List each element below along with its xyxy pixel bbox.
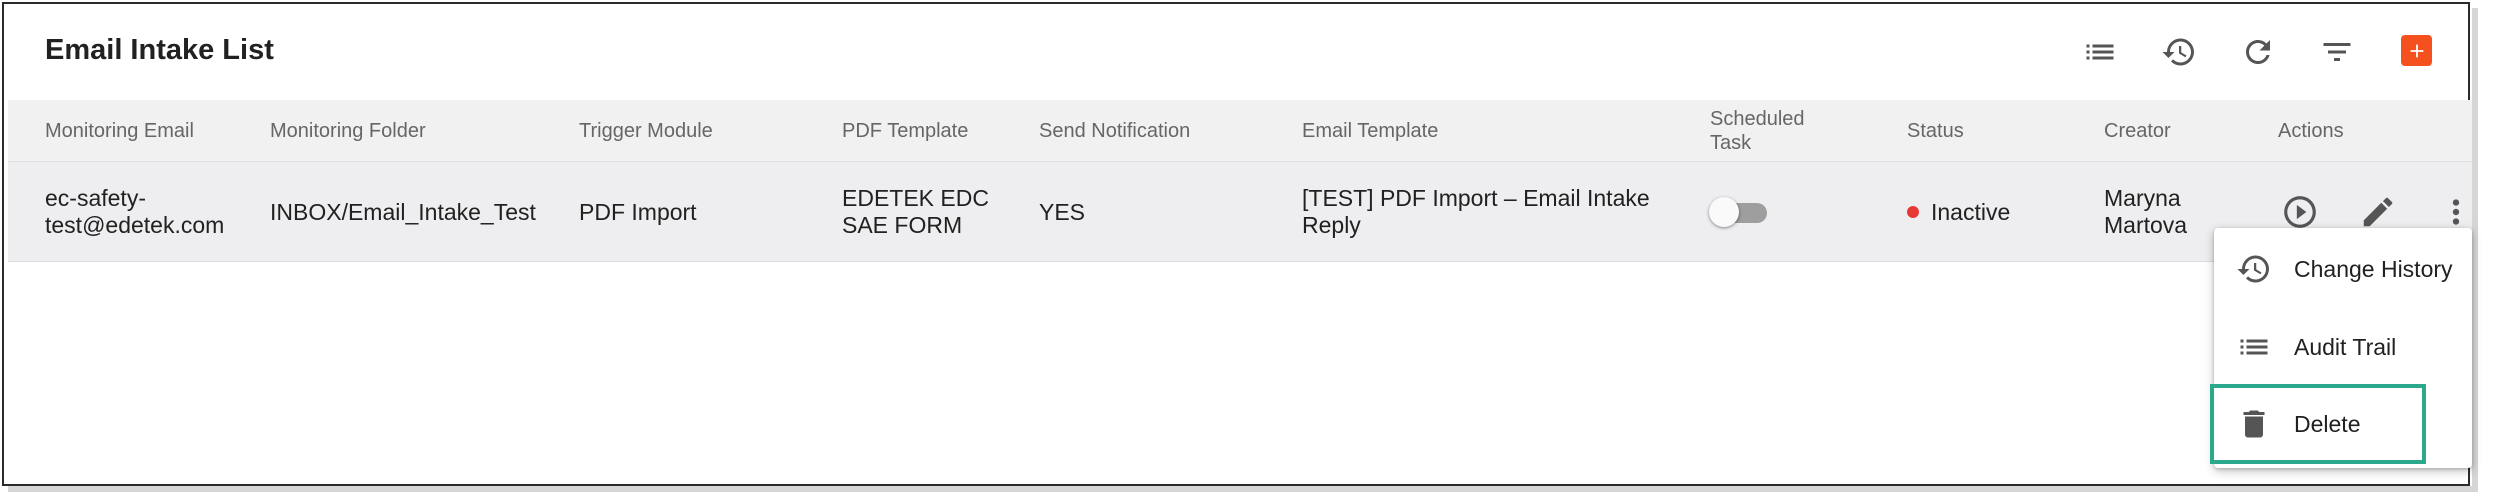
add-icon [2410, 44, 2423, 57]
status-dot [1907, 206, 1919, 218]
column-header-scheduled-task[interactable]: Scheduled Task [1710, 100, 1820, 162]
history-icon [2237, 255, 2269, 283]
column-header-status[interactable]: Status [1907, 100, 1964, 162]
trash-icon [2243, 410, 2265, 438]
email-intake-panel: Email Intake List Monitoring Email Monit… [2, 2, 2472, 486]
pdf-template-line2: SAE FORM [842, 212, 963, 238]
list-icon [2086, 44, 2114, 60]
table-header: Monitoring Email Monitoring Folder Trigg… [8, 100, 2472, 162]
refresh-button[interactable] [2234, 28, 2282, 76]
creator-line2: Martova [2104, 212, 2188, 238]
frame-shadow-right [2472, 8, 2478, 490]
refresh-icon [2246, 40, 2270, 64]
monitoring-email-line2: test@edetek.com [45, 212, 225, 238]
history-button[interactable] [2155, 28, 2203, 76]
table-row[interactable]: ec-safety- test@edetek.com INBOX/Email_I… [8, 162, 2472, 262]
menu-item-change-history[interactable]: Change History [2214, 232, 2472, 306]
column-header-send-notification[interactable]: Send Notification [1039, 100, 1190, 162]
column-header-actions: Actions [2278, 120, 2344, 142]
column-header-monitoring-folder[interactable]: Monitoring Folder [270, 100, 426, 162]
cell-monitoring-folder: INBOX/Email_Intake_Test [270, 198, 536, 225]
menu-item-label: Delete [2294, 410, 2361, 437]
column-header-pdf-template[interactable]: PDF Template [842, 100, 968, 162]
menu-item-label: Audit Trail [2294, 333, 2397, 360]
monitoring-email-line1: ec-safety- [45, 185, 146, 211]
menu-item-delete[interactable]: Delete [2210, 384, 2426, 464]
column-header-trigger-module[interactable]: Trigger Module [579, 100, 713, 162]
cell-email-template: [TEST] PDF Import – Email Intake Reply [1302, 162, 1650, 262]
edit-icon [2363, 197, 2393, 227]
history-icon [2162, 38, 2194, 66]
column-header-creator[interactable]: Creator [2104, 100, 2171, 162]
list-icon [2240, 339, 2268, 355]
column-header-email-template[interactable]: Email Template [1302, 100, 1438, 162]
frame-shadow-bottom [8, 486, 2478, 492]
pdf-template-line1: EDETEK EDC [842, 185, 989, 211]
status-badge: Inactive [1931, 198, 2011, 225]
column-header-monitoring-email[interactable]: Monitoring Email [45, 100, 194, 162]
menu-item-label: Change History [2294, 255, 2453, 282]
toggle-knob [1709, 197, 1739, 227]
cell-send-notification: YES [1039, 198, 1086, 225]
creator-line1: Maryna [2104, 185, 2181, 211]
page-title: Email Intake List [45, 34, 274, 66]
row-context-menu: Change History Audit Trail Delete [2210, 228, 2472, 468]
cell-status: Inactive [1907, 162, 2010, 262]
filter-button[interactable] [2313, 28, 2361, 76]
more-vert-icon [2452, 199, 2460, 225]
list-view-button[interactable] [2076, 28, 2124, 76]
email-template-line1: [TEST] PDF Import – Email Intake [1302, 185, 1650, 211]
cell-trigger-module: PDF Import [579, 198, 697, 225]
play-circle-icon [2284, 196, 2316, 228]
cell-creator: Maryna Martova [2104, 162, 2187, 262]
menu-item-audit-trail[interactable]: Audit Trail [2214, 310, 2472, 384]
cell-monitoring-email: ec-safety- test@edetek.com [45, 162, 224, 262]
filter-icon [2323, 43, 2351, 61]
cell-pdf-template: EDETEK EDC SAE FORM [842, 162, 989, 262]
email-template-line2: Reply [1302, 212, 1361, 238]
add-button[interactable] [2401, 35, 2432, 66]
scheduled-task-toggle[interactable] [1709, 194, 1771, 230]
